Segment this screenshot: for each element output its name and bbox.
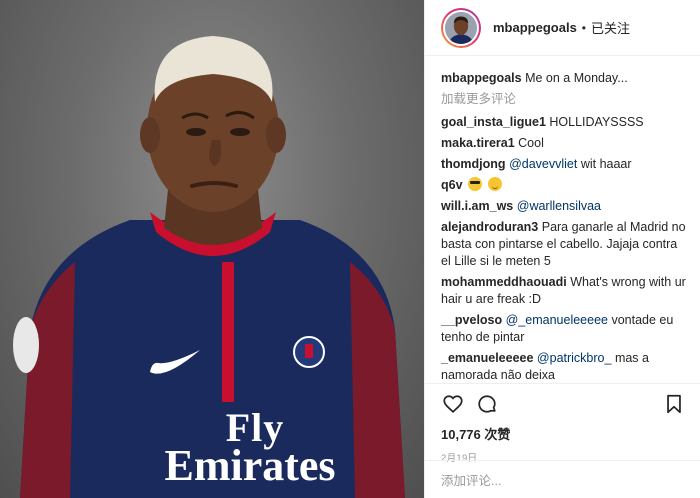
action-bar <box>441 392 686 416</box>
like-button[interactable] <box>441 392 465 416</box>
caption-text: Me on a Monday... <box>525 71 628 85</box>
header-separator: • <box>581 20 586 35</box>
comment-username-link[interactable]: maka.tirera1 <box>441 136 515 150</box>
comment-mention-link[interactable]: @patrickbro_ <box>537 351 612 365</box>
avatar[interactable] <box>443 9 479 46</box>
comment-text: HOLLIDAYSSSS <box>549 115 644 129</box>
header-username-link[interactable]: mbappegoals <box>493 20 577 35</box>
comment-mention-link[interactable]: @_emanueleeeee <box>506 313 608 327</box>
comment-text: wit haaar <box>580 157 632 171</box>
comment-row: _emanueleeeee @patrickbro_ mas a namorad… <box>441 350 686 383</box>
avatar-image <box>445 11 477 44</box>
load-more-comments-button[interactable]: 加载更多评论 <box>441 91 686 108</box>
comment-row: alejandroduran3 Para ganarle al Madrid n… <box>441 219 686 270</box>
post-header: mbappegoals • 已关注 <box>425 0 700 56</box>
instagram-post: Fly Emirates mbappegoals • 已关注 mbappegoa… <box>0 0 700 498</box>
following-button[interactable]: 已关注 <box>591 18 630 37</box>
bookmark-icon <box>667 394 681 414</box>
post-photo[interactable]: Fly Emirates <box>0 0 424 498</box>
comment-username-link[interactable]: mohammeddhaouadi <box>441 275 567 289</box>
comment-row: mohammeddhaouadi What's wrong with ur ha… <box>441 274 686 308</box>
comment-row: thomdjong @davevvliet wit haaar <box>441 156 686 173</box>
heart-icon <box>443 395 463 413</box>
caption-username-link[interactable]: mbappegoals <box>441 71 522 85</box>
comment-username-link[interactable]: will.i.am_ws <box>441 199 513 213</box>
likes-count[interactable]: 10,776 次赞 <box>441 424 686 443</box>
comment-username-link[interactable]: __pveloso <box>441 313 502 327</box>
comment-row: will.i.am_ws @warllensilvaa <box>441 198 686 215</box>
post-actions: 10,776 次赞 2月19日 添加评论... <box>425 383 700 498</box>
save-button[interactable] <box>662 392 686 416</box>
comments-section: mbappegoals Me on a Monday... 加载更多评论 goa… <box>425 56 700 383</box>
sunglasses-emoji-icon <box>468 177 483 191</box>
sponsor-text-emirates: Emirates <box>164 441 336 490</box>
add-comment-input[interactable]: 添加评论... <box>425 460 700 498</box>
comment-username-link[interactable]: q6v <box>441 178 463 192</box>
comment-button[interactable] <box>475 392 499 416</box>
comment-bubble-icon <box>478 395 496 413</box>
avatar-story-ring[interactable] <box>441 7 481 48</box>
smiling-face-emoji-icon <box>487 177 502 191</box>
comment-username-link[interactable]: alejandroduran3 <box>441 220 538 234</box>
comment-username-link[interactable]: _emanueleeeee <box>441 351 533 365</box>
post-side-panel: mbappegoals • 已关注 mbappegoals Me on a Mo… <box>424 0 700 498</box>
comment-row: q6v <box>441 177 686 194</box>
comment-row: maka.tirera1 Cool <box>441 135 686 152</box>
comment-text: Cool <box>518 136 544 150</box>
comment-row: __pveloso @_emanueleeeee vontade eu tenh… <box>441 312 686 346</box>
comment-username-link[interactable]: goal_insta_ligue1 <box>441 115 546 129</box>
comment-username-link[interactable]: thomdjong <box>441 157 506 171</box>
comment-row: goal_insta_ligue1 HOLLIDAYSSSS <box>441 114 686 131</box>
comment-mention-link[interactable]: @davevvliet <box>509 157 577 171</box>
caption: mbappegoals Me on a Monday... <box>441 70 686 87</box>
comment-mention-link[interactable]: @warllensilvaa <box>517 199 601 213</box>
